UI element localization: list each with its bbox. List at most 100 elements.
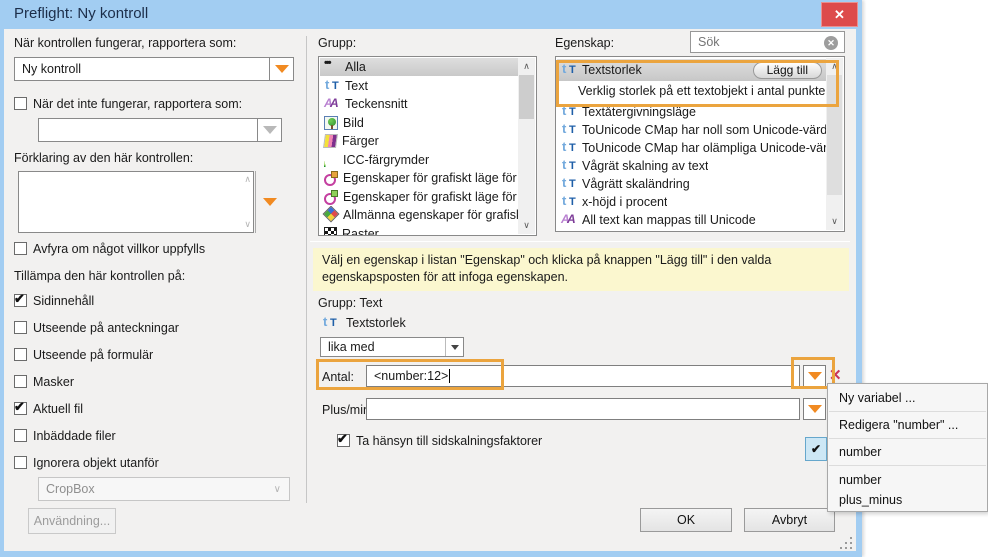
group-line: Grupp: Text — [318, 296, 382, 310]
scale-checkbox-label: Ta hänsyn till sidskalningsfaktorer — [356, 434, 542, 448]
dropdown-arrow-icon[interactable] — [445, 338, 463, 356]
report-ok-combobox[interactable]: Ny kontroll — [14, 57, 294, 81]
checkbox-row-ignorera[interactable]: Ignorera objekt utanför — [14, 456, 159, 470]
operator-combobox[interactable]: lika med — [320, 337, 464, 357]
list-item-bild[interactable]: Bild — [320, 114, 518, 132]
scrollbar-thumb[interactable] — [519, 75, 534, 119]
list-item[interactable]: All text kan mappas till Unicode — [557, 211, 826, 229]
list-item[interactable]: ToUnicode CMap har olämpliga Unicode-vär… — [557, 139, 826, 157]
list-item-label: Raster — [342, 227, 379, 237]
menu-item-number[interactable]: number — [829, 468, 986, 491]
remove-icon[interactable]: ✕ — [829, 366, 842, 384]
grupp-scrollbar[interactable]: ∧ ∨ — [518, 58, 535, 234]
fire-any-checkbox[interactable] — [14, 242, 27, 255]
plusminus-variable-dropdown-button[interactable] — [803, 398, 826, 420]
list-item[interactable]: ToUnicode CMap har noll som Unicode-värd… — [557, 121, 826, 139]
fire-any-checkbox-row[interactable]: Avfyra om något villkor uppfylls — [14, 242, 205, 256]
explanation-dropdown-button[interactable] — [255, 171, 283, 233]
halftone-icon — [324, 227, 337, 237]
checkbox-row-sidinnehall[interactable]: Sidinnehåll — [14, 294, 94, 308]
menu-item-new-variable[interactable]: Ny variabel ... — [829, 384, 986, 411]
list-item-farger[interactable]: Färger — [320, 132, 518, 150]
list-item[interactable]: Vågrätt skaländring — [557, 175, 826, 193]
variable-popup-menu: Ny variabel ... Redigera "number" ... nu… — [827, 383, 988, 512]
list-item-textstorlek-selected[interactable]: Textstorlek Lägg till — [557, 59, 826, 81]
list-item-label: Allmänna egenskaper för grafisk — [343, 208, 518, 222]
dropdown-arrow-icon[interactable] — [269, 58, 293, 80]
checkbox-checked[interactable] — [337, 434, 350, 447]
scroll-up-icon[interactable]: ∧ — [518, 58, 535, 75]
grupp-listbox[interactable]: Alla Text Teckensnitt Bild Färger ICC-fä… — [318, 56, 537, 236]
checkbox-row-inbaddade[interactable]: Inbäddade filer — [14, 429, 116, 443]
plusminus-input[interactable] — [366, 398, 800, 420]
list-item-clipped[interactable] — [557, 229, 826, 232]
checkbox[interactable] — [14, 456, 27, 469]
checkbox-checked[interactable] — [14, 294, 27, 307]
resize-grip[interactable] — [840, 537, 852, 549]
checkbox-row-aktuell-fil[interactable]: Aktuell fil — [14, 402, 83, 416]
scroll-up-icon[interactable]: ∧ — [826, 58, 843, 75]
list-item-gstate-line[interactable]: Egenskaper för grafiskt läge för l — [320, 188, 518, 206]
egenskap-listbox[interactable]: Textstorlek Lägg till Verklig storlek på… — [555, 56, 845, 232]
list-item-raster[interactable]: Raster — [320, 225, 518, 237]
add-button[interactable]: Lägg till — [753, 62, 822, 79]
dropdown-arrow-disabled-icon — [257, 119, 281, 141]
antal-variable-dropdown-button[interactable] — [803, 365, 826, 387]
search-input[interactable] — [690, 31, 845, 53]
titlebar[interactable]: Preflight: Ny kontroll — [0, 0, 862, 29]
list-item-gstate-fill[interactable]: Egenskaper för grafiskt läge för f — [320, 169, 518, 187]
list-item-label: Teckensnitt — [345, 97, 408, 111]
list-item-alla[interactable]: Alla — [320, 58, 518, 76]
text-icon — [322, 316, 338, 330]
menu-item-number-checked[interactable]: number — [829, 439, 986, 465]
gem-icon — [324, 208, 338, 222]
scrollbar-thumb[interactable] — [827, 75, 842, 195]
cancel-button[interactable]: Avbryt — [744, 508, 835, 532]
antal-input[interactable]: <number:12> — [366, 365, 800, 387]
checkbox[interactable] — [14, 375, 27, 388]
scroll-down-icon[interactable]: ∨ — [244, 219, 251, 230]
checkbox-row-anteckningar[interactable]: Utseende på anteckningar — [14, 321, 179, 335]
checkbox[interactable] — [14, 348, 27, 361]
checkbox[interactable] — [14, 321, 27, 334]
ok-button[interactable]: OK — [640, 508, 732, 532]
checkbox-label: Sidinnehåll — [33, 294, 94, 308]
checkbox-label: Utseende på formulär — [33, 348, 153, 362]
list-item-gstate-general[interactable]: Allmänna egenskaper för grafisk — [320, 206, 518, 224]
report-fail-checkbox[interactable] — [14, 97, 27, 110]
scroll-up-icon[interactable]: ∧ — [244, 174, 251, 185]
scale-checkbox-row[interactable]: Ta hänsyn till sidskalningsfaktorer — [337, 434, 542, 448]
egenskap-label: Egenskap: — [555, 36, 614, 50]
explanation-textarea[interactable]: ∧ ∨ — [18, 171, 254, 233]
menu-item-edit-number[interactable]: Redigera "number" ... — [829, 412, 986, 438]
list-item-icc[interactable]: ICC-färgrymder — [320, 151, 518, 169]
list-item[interactable]: Vågrät skalning av text — [557, 157, 826, 175]
list-item[interactable]: Textåtergivningsläge — [557, 103, 826, 121]
checkbox[interactable] — [14, 429, 27, 442]
scroll-down-icon[interactable]: ∨ — [518, 217, 535, 234]
clear-search-icon[interactable]: ✕ — [824, 36, 838, 50]
report-fail-checkbox-row[interactable]: När det inte fungerar, rapportera som: — [14, 97, 242, 111]
checkbox-label: Ignorera objekt utanför — [33, 456, 159, 470]
checkbox-row-masker[interactable]: Masker — [14, 375, 74, 389]
usage-button: Användning... — [28, 508, 116, 534]
menu-check-icon: ✔ — [805, 437, 827, 461]
checkbox-checked[interactable] — [14, 402, 27, 415]
list-item-text[interactable]: Text — [320, 77, 518, 95]
checkbox-label: Masker — [33, 375, 74, 389]
list-item-label: Textstorlek — [582, 63, 748, 77]
list-item-teckensnitt[interactable]: Teckensnitt — [320, 95, 518, 113]
text-icon — [561, 195, 577, 209]
all-icon — [324, 60, 340, 74]
text-icon — [561, 123, 577, 137]
egenskap-scrollbar[interactable]: ∧ ∨ — [826, 58, 843, 230]
menu-item-plus-minus[interactable]: plus_minus — [829, 489, 986, 511]
dropdown-arrow-icon — [808, 405, 822, 413]
scroll-down-icon[interactable]: ∨ — [826, 213, 843, 230]
close-button[interactable]: ✕ — [821, 2, 858, 27]
list-item-label: Bild — [343, 116, 364, 130]
list-item[interactable]: x-höjd i procent — [557, 193, 826, 211]
text-icon — [561, 105, 577, 119]
text-icon — [561, 141, 577, 155]
checkbox-row-formular[interactable]: Utseende på formulär — [14, 348, 153, 362]
